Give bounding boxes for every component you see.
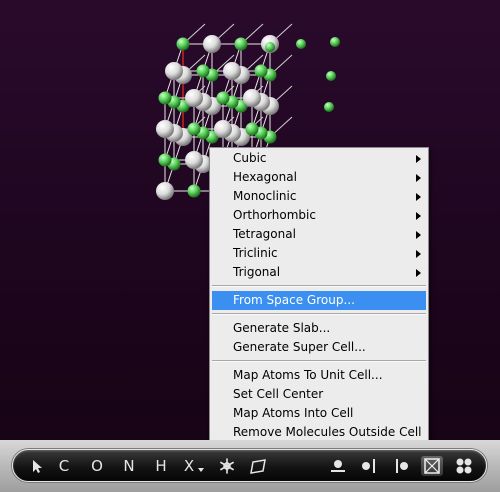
menu-item-label: Map Atoms To Unit Cell... [233,368,383,382]
submenu-arrow-icon [416,193,421,201]
submenu-arrow-icon [416,212,421,220]
menu-item-label: Trigonal [233,265,281,279]
sodium-atom [203,35,221,53]
sodium-atom [185,151,203,169]
parallelogram-icon[interactable] [248,456,268,476]
chlorine-atom [234,37,248,51]
menu-item-set-cell-center[interactable]: Set Cell Center [210,385,428,404]
atom-translate-icon[interactable] [358,456,378,476]
chlorine-atom [196,64,210,78]
sodium-atom [243,89,261,107]
snowflake-icon[interactable] [217,456,237,476]
menu-separator [212,360,426,362]
chlorine-atom [324,102,334,112]
chlorine-atom [158,91,172,105]
chlorine-atom [296,39,306,49]
menu-item-label: Set Cell Center [233,387,324,401]
menu-item-hexagonal[interactable]: Hexagonal [210,168,428,187]
menu-item-monoclinic[interactable]: Monoclinic [210,187,428,206]
element-carbon-button[interactable]: C [56,456,72,476]
unit-cell-context-menu: Cubic Hexagonal Monoclinic Orthorhombic Tetr… [209,147,429,444]
menu-item-generate-super-cell[interactable]: Generate Super Cell... [210,338,428,357]
sodium-atom [185,89,203,107]
submenu-arrow-icon [416,155,421,163]
menu-item-label: Monoclinic [233,189,297,203]
menu-item-label: Triclinic [233,246,278,260]
menu-separator [212,285,426,287]
chlorine-atom [326,71,336,81]
menu-item-tetragonal[interactable]: Tetragonal [210,225,428,244]
element-oxygen-button[interactable]: O [88,456,106,476]
sodium-atom [223,62,241,80]
chlorine-atom [176,37,190,51]
menu-item-trigonal[interactable]: Trigonal [210,263,428,282]
menu-item-label: Tetragonal [233,227,296,241]
chlorine-atom [330,37,340,47]
sodium-atom [165,62,183,80]
element-hydrogen-button[interactable]: H [152,456,170,476]
menu-item-map-atoms-to-unit-cell[interactable]: Map Atoms To Unit Cell... [210,366,428,385]
menu-item-label: Generate Super Cell... [233,340,366,354]
chlorine-atom [265,42,275,52]
select-arrow-icon[interactable] [29,456,45,476]
chlorine-atom [216,91,230,105]
menu-item-label: Remove Molecules Outside Cell [233,425,422,439]
sodium-atom [156,120,174,138]
menu-item-label: Generate Slab... [233,321,331,335]
sodium-atom [214,120,232,138]
menu-item-triclinic[interactable]: Triclinic [210,244,428,263]
menu-item-map-atoms-into-cell[interactable]: Map Atoms Into Cell [210,404,428,423]
element-other-button[interactable]: X [182,456,196,476]
submenu-arrow-icon [416,250,421,258]
menu-item-label: Orthorhombic [233,208,316,222]
chlorine-atom [187,184,201,198]
unit-cell-icon[interactable] [421,456,443,476]
menu-item-orthorhombic[interactable]: Orthorhombic [210,206,428,225]
chlorine-atom [245,122,259,136]
chlorine-atom [254,64,268,78]
axis-tool-icon[interactable] [391,456,411,476]
menu-item-label: Map Atoms Into Cell [233,406,354,420]
submenu-arrow-icon [416,174,421,182]
submenu-arrow-icon [416,231,421,239]
menu-item-from-space-group[interactable]: From Space Group... [212,291,426,310]
menu-item-label: Hexagonal [233,170,297,184]
element-nitrogen-button[interactable]: N [120,456,138,476]
submenu-arrow-icon [416,269,421,277]
bond-tool-icon[interactable] [328,456,348,476]
bottom-toolbar: C O N H X [12,449,487,482]
menu-item-label: Cubic [233,151,267,165]
menu-item-generate-slab[interactable]: Generate Slab... [210,319,428,338]
menu-separator [212,313,426,315]
chlorine-atom [187,122,201,136]
chlorine-atom [158,153,172,167]
sodium-atom [156,182,174,200]
menu-item-cubic[interactable]: Cubic [210,149,428,168]
element-x-dropdown-icon[interactable] [197,456,205,476]
menu-item-label: From Space Group... [233,293,355,307]
view-grid-icon[interactable] [453,456,475,476]
